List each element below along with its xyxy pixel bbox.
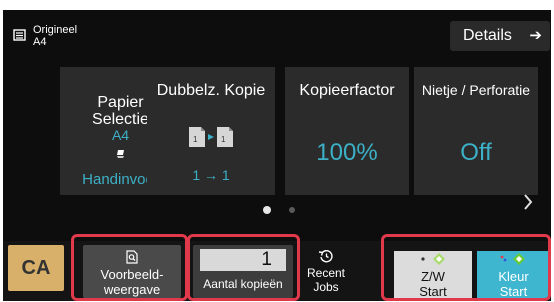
copy-ratio-tile[interactable]: Kopieerfactor 100% [285, 67, 409, 195]
highlight-frame-preview [71, 234, 188, 301]
duplex-icon: 1 1 [147, 124, 275, 155]
highlight-frame-start [381, 234, 551, 301]
history-icon [305, 249, 347, 266]
document-icon [13, 29, 26, 41]
svg-text:1: 1 [221, 135, 226, 144]
arrow-right-icon: ➔ [529, 27, 542, 44]
details-button[interactable]: Details ➔ [450, 21, 550, 51]
duplex-title: Dubbelz. Kopie [156, 82, 266, 99]
staple-punch-value: Off [460, 139, 492, 166]
recent-label-1: Recent [306, 266, 346, 280]
original-info: Origineel A4 [13, 24, 77, 48]
recent-label-2: Jobs [313, 280, 339, 294]
copy-ratio-title: Kopieerfactor [299, 82, 395, 99]
recent-jobs-button[interactable]: Recent Jobs [305, 245, 347, 298]
copy-ratio-value: 100% [316, 139, 378, 166]
staple-punch-tile[interactable]: Nietje / Perforatie Off [414, 67, 538, 195]
details-label: Details [463, 27, 512, 44]
staple-punch-title: Nietje / Perforatie [421, 82, 531, 98]
page-indicator-active[interactable] [263, 206, 271, 214]
original-label: Origineel [33, 24, 78, 36]
duplex-copy-tile[interactable]: Dubbelz. Kopie 1 1 1 → 1 [147, 67, 275, 195]
highlight-frame-copies [187, 234, 300, 301]
page-indicator[interactable] [289, 207, 295, 213]
clear-all-button[interactable]: CA [8, 245, 64, 291]
svg-text:1: 1 [193, 135, 198, 144]
chevron-right-icon[interactable] [523, 193, 533, 217]
original-size: A4 [33, 36, 47, 48]
duplex-value: 1 → 1 [192, 167, 230, 183]
copy-screen: Origineel A4 Details ➔ Papier Selectie A… [3, 10, 551, 301]
